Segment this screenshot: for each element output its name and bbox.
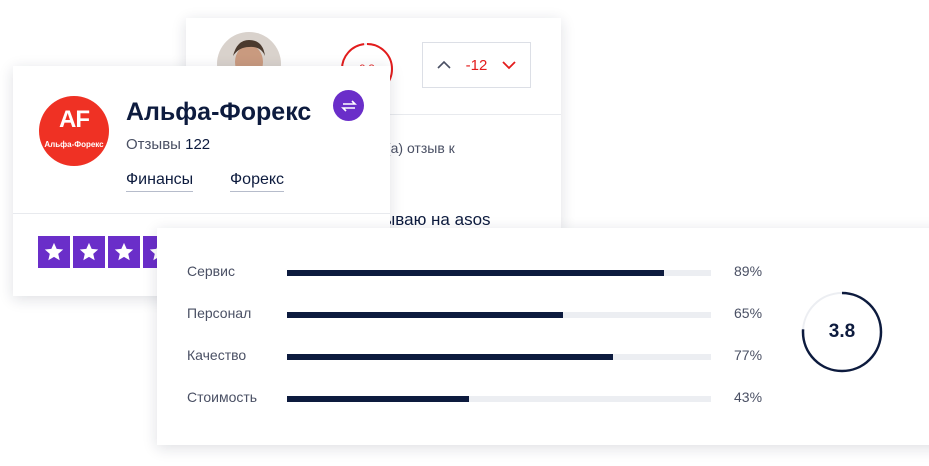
compare-button[interactable]: [333, 90, 364, 121]
company-name[interactable]: Альфа-Форекс: [126, 98, 311, 127]
rating-label: Сервис: [187, 263, 235, 279]
category-link-finance[interactable]: Финансы: [126, 171, 194, 192]
divider: [13, 213, 390, 214]
logo-mark: AF: [59, 106, 90, 133]
rating-bar-track: [287, 312, 711, 318]
rating-label: Стоимость: [187, 389, 258, 405]
rating-percent: 89%: [734, 263, 763, 279]
rating-percent: 43%: [734, 389, 763, 405]
reviews-label: Отзывы: [126, 136, 181, 153]
company-logo[interactable]: AF Альфа-Форекс: [39, 96, 109, 166]
vote-count: -12: [465, 56, 488, 74]
rating-label: Персонал: [187, 305, 252, 321]
reviews-count[interactable]: Отзывы 122: [126, 136, 210, 153]
reviews-number: 122: [185, 136, 211, 153]
swap-icon: [340, 99, 357, 112]
ratings-card: Сервис 89% Персонал 65% Качество 77% Сто…: [157, 228, 929, 445]
star-icon: [38, 236, 70, 268]
rating-bar-fill: [287, 354, 614, 360]
rating-bar-track: [287, 270, 711, 276]
total-score-ring: 3.8: [800, 290, 884, 374]
vote-widget: -12: [422, 42, 531, 88]
rating-bar-fill: [287, 270, 665, 276]
rating-bar-fill: [287, 312, 563, 318]
rating-label: Качество: [187, 347, 247, 363]
rating-bar-track: [287, 354, 711, 360]
category-link-forex[interactable]: Форекс: [230, 171, 285, 192]
rating-percent: 65%: [734, 305, 763, 321]
rating-percent: 77%: [734, 347, 763, 363]
star-icon: [108, 236, 140, 268]
rating-bar-fill: [287, 396, 470, 402]
chevron-up-icon[interactable]: [435, 56, 453, 74]
logo-caption: Альфа-Форекс: [44, 140, 104, 149]
rating-stars: [38, 236, 175, 268]
total-score: 3.8: [828, 321, 856, 342]
star-icon: [73, 236, 105, 268]
chevron-down-icon[interactable]: [500, 56, 518, 74]
rating-bar-track: [287, 396, 711, 402]
